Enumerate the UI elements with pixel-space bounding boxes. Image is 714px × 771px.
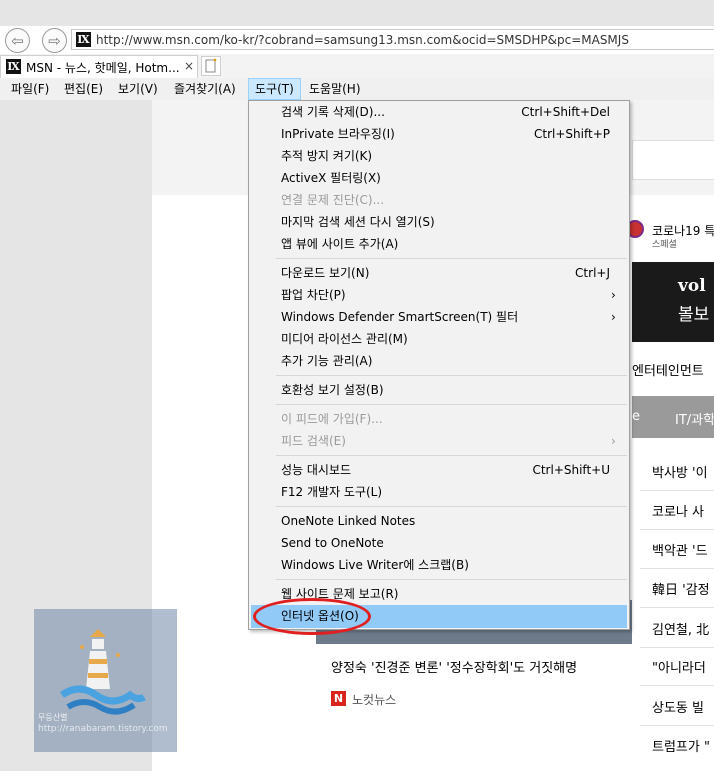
menu-f12-devtools[interactable]: F12 개발자 도구(L) — [281, 481, 382, 503]
menu-view-downloads[interactable]: 다운로드 보기(N) — [281, 262, 369, 284]
tab-title: MSN - 뉴스, 핫메일, Hotm... — [26, 61, 180, 75]
menu-feed-discovery: 피드 검색(E) — [281, 434, 346, 448]
news-source[interactable]: 노컷뉴스 — [352, 691, 396, 708]
forward-button[interactable]: ⇨ — [42, 28, 67, 53]
menu-separator — [276, 404, 627, 405]
menu-diagnose-connection: 연결 문제 진단(C)... — [281, 193, 385, 207]
watermark-url: http://ranabaram.tistory.com — [38, 724, 168, 734]
menu-add-to-apps[interactable]: 앱 뷰에 사이트 추가(A) — [281, 233, 398, 255]
menu-separator — [276, 258, 627, 259]
news-divider — [640, 490, 714, 491]
news-divider — [640, 568, 714, 569]
news-divider — [640, 529, 714, 530]
menu-view[interactable]: 보기(V) — [112, 78, 164, 100]
back-button[interactable]: ⇦ — [5, 28, 30, 53]
back-arrow-icon: ⇦ — [11, 31, 24, 50]
menu-live-writer[interactable]: Windows Live Writer에 스크랩(B) — [281, 554, 469, 576]
menu-smartscreen[interactable]: Windows Defender SmartScreen(T) 필터 — [281, 306, 518, 328]
menu-compat-view[interactable]: 호환성 보기 설정(B) — [281, 379, 384, 401]
menu-activex-filtering[interactable]: ActiveX 필터링(X) — [281, 167, 381, 189]
msn-favicon-icon: Ⅸ — [76, 32, 91, 47]
search-box[interactable] — [632, 140, 714, 180]
menu-send-to-onenote[interactable]: Send to OneNote — [281, 532, 384, 554]
menu-separator — [276, 579, 627, 580]
news-divider — [640, 685, 714, 686]
news-divider — [640, 647, 714, 648]
menu-delete-history[interactable]: 검색 기록 삭제(D)... — [281, 101, 385, 123]
submenu-arrow-icon: › — [611, 288, 616, 302]
shortcut-inprivate: Ctrl+Shift+P — [534, 127, 610, 141]
url-text[interactable]: http://www.msn.com/ko-kr/?cobrand=samsun… — [96, 33, 629, 47]
main-headline[interactable]: 양정숙 '진경준 변론' '정수장학회'도 거짓해명 — [331, 657, 577, 676]
news-link[interactable]: 백악관 '드 — [652, 540, 708, 559]
submenu-arrow-icon: › — [611, 310, 616, 324]
news-link[interactable]: "아니라더 — [652, 657, 706, 676]
banner-text: 볼보 — [678, 305, 710, 325]
tab-favicon-icon: Ⅸ — [6, 59, 21, 74]
menu-file[interactable]: 파일(F) — [5, 78, 55, 100]
shortcut-performance: Ctrl+Shift+U — [532, 463, 610, 477]
forward-arrow-icon: ⇨ — [48, 31, 61, 50]
new-tab-icon — [205, 58, 217, 73]
menu-subscribe-feed: 이 피드에 가입(F)... — [281, 412, 383, 426]
submenu-arrow-icon: › — [611, 434, 616, 448]
watermark-title: 무등산별 — [38, 713, 68, 722]
menu-separator — [276, 506, 627, 507]
new-tab-button[interactable] — [201, 56, 221, 76]
menu-tools[interactable]: 도구(T) — [248, 78, 301, 100]
menu-edit[interactable]: 편집(E) — [58, 78, 109, 100]
category-tab-partial[interactable]: e — [632, 409, 640, 424]
menu-onenote-linked[interactable]: OneNote Linked Notes — [281, 510, 415, 532]
category-tab-it-science[interactable]: IT/과학 — [675, 409, 714, 428]
news-divider — [640, 725, 714, 726]
banner-brand: vol — [678, 276, 706, 296]
menu-help[interactable]: 도움말(H) — [303, 78, 367, 100]
menu-inprivate[interactable]: InPrivate 브라우징(I) — [281, 123, 395, 145]
menu-favorites[interactable]: 즐겨찾기(A) — [168, 78, 242, 100]
shortcut-downloads: Ctrl+J — [575, 266, 610, 280]
menu-separator — [276, 375, 627, 376]
corona-special-source: 스페셜 — [652, 240, 677, 250]
tab-entertainment[interactable]: 엔터테인먼트 — [632, 360, 704, 379]
news-divider — [640, 607, 714, 608]
annotation-circle — [253, 598, 371, 635]
menu-media-licenses[interactable]: 미디어 라이선스 관리(M) — [281, 328, 408, 350]
nocut-news-icon: N — [331, 691, 346, 706]
news-link[interactable]: 박사방 '이 — [652, 462, 708, 481]
menu-separator — [276, 455, 627, 456]
menu-performance-dashboard[interactable]: 성능 대시보드 — [281, 459, 351, 481]
news-link[interactable]: 김연철, 北 — [652, 619, 709, 638]
shortcut-delete-history: Ctrl+Shift+Del — [521, 105, 610, 119]
menu-reopen-session[interactable]: 마지막 검색 세션 다시 열기(S) — [281, 211, 435, 233]
news-link[interactable]: 상도동 빌 — [652, 697, 704, 716]
news-link[interactable]: 韓日 '감정 — [652, 579, 710, 598]
menu-popup-blocker[interactable]: 팝업 차단(P) — [281, 284, 346, 306]
menu-tracking-protection[interactable]: 추적 방지 켜기(K) — [281, 145, 372, 167]
tab-close-icon[interactable]: × — [184, 59, 194, 73]
news-link[interactable]: 트럼프가 " — [652, 736, 710, 755]
menu-manage-addons[interactable]: 추가 기능 관리(A) — [281, 350, 372, 372]
news-link[interactable]: 코로나 사 — [652, 501, 704, 520]
